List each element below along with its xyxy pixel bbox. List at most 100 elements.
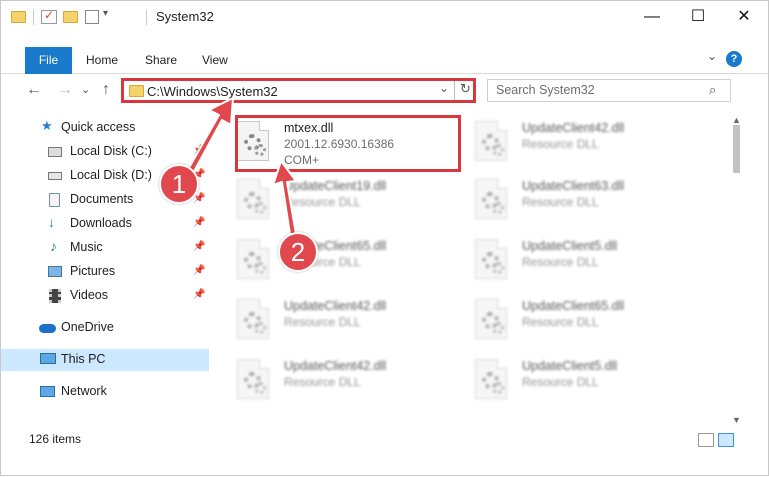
file-name: UpdateClient63.dll: [522, 179, 625, 193]
nav-item-this-pc[interactable]: This PC: [1, 349, 209, 371]
file-description: Resource DLL: [284, 375, 361, 389]
search-icon[interactable]: ⌕: [709, 82, 716, 98]
file-name: UpdateClient5.dll: [522, 359, 618, 373]
music-icon: ♪: [50, 238, 57, 254]
nav-item-network[interactable]: Network: [1, 381, 209, 403]
folder-icon: [129, 85, 144, 97]
computer-icon: [40, 353, 56, 364]
scroll-up-arrow-icon[interactable]: ▲: [732, 115, 741, 125]
scroll-down-arrow-icon[interactable]: ▼: [732, 415, 741, 425]
dll-file-icon: [237, 299, 269, 339]
file-name: UpdateClient42.dll: [284, 359, 387, 373]
maximize-button[interactable]: ☐: [675, 1, 721, 33]
dll-file-icon: [475, 179, 507, 219]
tab-home[interactable]: Home: [86, 47, 118, 74]
new-folder-icon[interactable]: [63, 11, 78, 23]
large-icons-view-icon[interactable]: [718, 433, 734, 447]
file-description: Resource DLL: [522, 255, 599, 269]
divider: [146, 10, 147, 25]
nav-item-quick-access[interactable]: ★ Quick access: [1, 117, 209, 139]
file-explorer-window: ✓ ▾ System32 — ☐ ✕ File Home Share View …: [0, 0, 769, 476]
file-name: UpdateClient65.dll: [522, 299, 625, 313]
address-path[interactable]: C:\Windows\System32: [147, 84, 278, 99]
file-item[interactable]: UpdateClient63.dll Resource DLL: [451, 173, 681, 227]
file-highlight-box: [235, 115, 461, 172]
nav-item-music[interactable]: ♪ Music 📌: [1, 237, 209, 259]
file-item[interactable]: UpdateClient5.dll Resource DLL: [451, 353, 681, 407]
up-arrow-icon[interactable]: ↑: [102, 81, 110, 99]
dll-file-icon: [475, 121, 507, 161]
pin-icon[interactable]: 📌: [193, 217, 205, 228]
pictures-icon: [48, 266, 62, 277]
close-button[interactable]: ✕: [721, 1, 767, 33]
properties-icon[interactable]: ✓: [41, 8, 57, 24]
customize-toolbar-chevron-icon[interactable]: ▾: [103, 8, 108, 24]
file-description: Resource DLL: [522, 195, 599, 209]
details-view-icon[interactable]: [698, 433, 714, 447]
minimize-button[interactable]: —: [629, 1, 675, 33]
address-history-chevron-icon[interactable]: ⌄: [439, 81, 449, 95]
nav-item-local-disk-c[interactable]: Local Disk (C:) 📌: [1, 141, 209, 163]
file-description: Resource DLL: [522, 375, 599, 389]
nav-item-downloads[interactable]: ↓ Downloads 📌: [1, 213, 209, 235]
pin-icon[interactable]: 📌: [193, 241, 205, 252]
file-item[interactable]: UpdateClient42.dll Resource DLL: [213, 353, 443, 407]
pin-icon[interactable]: 📌: [193, 265, 205, 276]
file-name: UpdateClient19.dll: [284, 179, 387, 193]
vertical-scrollbar[interactable]: ▲ ▼: [728, 113, 745, 431]
network-icon: [40, 386, 55, 397]
file-description: Resource DLL: [522, 137, 599, 151]
dll-file-icon: [237, 359, 269, 399]
nav-item-onedrive[interactable]: OneDrive: [1, 317, 209, 339]
back-arrow-icon[interactable]: ←: [26, 81, 42, 99]
scrollbar-thumb[interactable]: [733, 125, 740, 173]
file-name: UpdateClient5.dll: [522, 239, 618, 253]
recent-locations-chevron-icon[interactable]: ⌄: [81, 83, 90, 96]
step-1-badge: 1: [159, 164, 199, 204]
nav-item-videos[interactable]: Videos 📌: [1, 285, 209, 307]
pin-icon[interactable]: 📌: [193, 289, 205, 300]
help-icon[interactable]: ?: [726, 51, 742, 67]
address-bar[interactable]: C:\Windows\System32 ⌄ ↻: [121, 78, 476, 103]
quick-access-menu-icon[interactable]: [85, 10, 99, 24]
dll-file-icon: [475, 299, 507, 339]
file-item[interactable]: UpdateClient65.dll Resource DLL: [451, 293, 681, 347]
tab-view[interactable]: View: [202, 47, 228, 74]
drive-icon: [48, 147, 62, 157]
divider: [454, 81, 455, 100]
file-description: Resource DLL: [522, 315, 599, 329]
documents-icon: [49, 193, 60, 207]
file-item[interactable]: UpdateClient42.dll Resource DLL: [213, 293, 443, 347]
file-description: Resource DLL: [284, 195, 361, 209]
file-item[interactable]: UpdateClient19.dll Resource DLL: [213, 173, 443, 227]
window-title: System32: [156, 9, 214, 24]
nav-item-pictures[interactable]: Pictures 📌: [1, 261, 209, 283]
file-description: Resource DLL: [284, 315, 361, 329]
dll-file-icon: [475, 239, 507, 279]
file-item[interactable]: UpdateClient65.dll Resource DLL: [213, 233, 443, 287]
file-name: UpdateClient42.dll: [522, 121, 625, 135]
tab-file[interactable]: File: [25, 47, 72, 74]
star-icon: ★: [41, 118, 53, 133]
folder-icon: [11, 11, 26, 23]
forward-arrow-icon[interactable]: →: [57, 81, 73, 99]
dll-file-icon: [237, 179, 269, 219]
videos-icon: [49, 289, 61, 303]
search-input[interactable]: [496, 83, 706, 97]
download-icon: ↓: [48, 214, 55, 230]
item-count: 126 items: [29, 432, 82, 446]
cloud-icon: [39, 324, 56, 333]
navigation-pane: ★ Quick access Local Disk (C:) 📌 Local D…: [1, 113, 211, 423]
search-box[interactable]: ⌕: [487, 79, 731, 102]
expand-ribbon-chevron-icon[interactable]: ⌄: [707, 49, 717, 63]
pin-icon[interactable]: 📌: [193, 145, 205, 156]
file-name: UpdateClient42.dll: [284, 299, 387, 313]
refresh-icon[interactable]: ↻: [460, 81, 471, 97]
file-item[interactable]: UpdateClient42.dll Resource DLL: [451, 115, 681, 169]
ribbon: File Home Share View ⌄ ?: [1, 47, 768, 74]
dll-file-icon: [475, 359, 507, 399]
dll-file-icon: [237, 239, 269, 279]
file-item[interactable]: UpdateClient5.dll Resource DLL: [451, 233, 681, 287]
title-bar: ✓ ▾ System32 — ☐ ✕: [1, 1, 768, 33]
tab-share[interactable]: Share: [145, 47, 177, 74]
